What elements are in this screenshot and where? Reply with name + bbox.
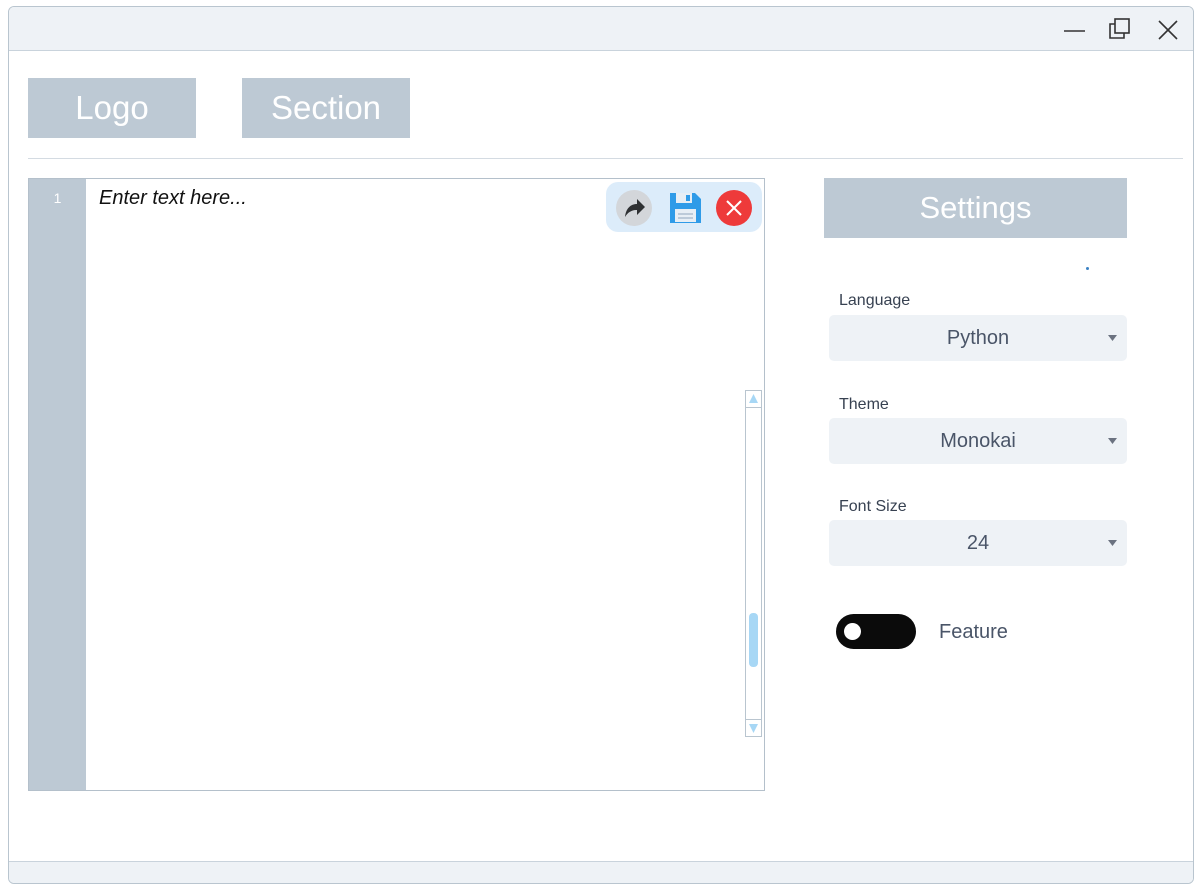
close-icon[interactable] <box>1153 15 1183 45</box>
feature-label: Feature <box>939 621 1008 643</box>
scroll-track-top <box>746 407 761 408</box>
language-select[interactable]: Python <box>829 315 1127 361</box>
indicator-dot <box>1086 267 1089 270</box>
line-number-gutter: 1 <box>29 179 86 790</box>
minimize-icon[interactable] <box>1061 15 1091 45</box>
scroll-thumb[interactable] <box>749 613 758 667</box>
line-number: 1 <box>53 190 62 206</box>
scroll-up-arrow-icon[interactable] <box>748 393 759 404</box>
red-close-icon[interactable] <box>715 189 753 227</box>
font-size-value: 24 <box>966 532 990 554</box>
floppy-disk-icon[interactable] <box>666 189 704 227</box>
share-arrow-icon[interactable] <box>615 189 653 227</box>
language-value: Python <box>946 327 1010 349</box>
status-bar <box>9 861 1193 883</box>
font-size-label: Font Size <box>839 498 907 515</box>
font-size-select[interactable]: 24 <box>829 520 1127 566</box>
editor-toolbar <box>606 182 762 232</box>
maximize-icon[interactable] <box>1106 15 1136 45</box>
editor-scrollbar[interactable] <box>745 390 762 737</box>
scroll-track-bottom <box>746 719 761 720</box>
language-label: Language <box>839 292 911 309</box>
header-divider <box>28 158 1183 159</box>
theme-value: Monokai <box>940 430 1016 452</box>
tab-section[interactable]: Section <box>242 78 410 138</box>
theme-select[interactable]: Monokai <box>829 418 1127 464</box>
toggle-knob <box>844 623 861 640</box>
feature-toggle[interactable] <box>836 614 916 649</box>
chevron-down-icon <box>1108 540 1117 546</box>
chevron-down-icon <box>1108 335 1117 341</box>
app-window: Logo Section 1 Enter text here... Settin… <box>8 6 1194 884</box>
tab-logo[interactable]: Logo <box>28 78 196 138</box>
theme-label: Theme <box>839 396 889 413</box>
settings-title: Settings <box>824 178 1127 238</box>
code-editor[interactable]: 1 Enter text here... <box>28 178 765 791</box>
scroll-down-arrow-icon[interactable] <box>748 723 759 734</box>
chevron-down-icon <box>1108 438 1117 444</box>
title-bar <box>9 7 1193 51</box>
editor-input[interactable]: Enter text here... <box>99 187 247 210</box>
